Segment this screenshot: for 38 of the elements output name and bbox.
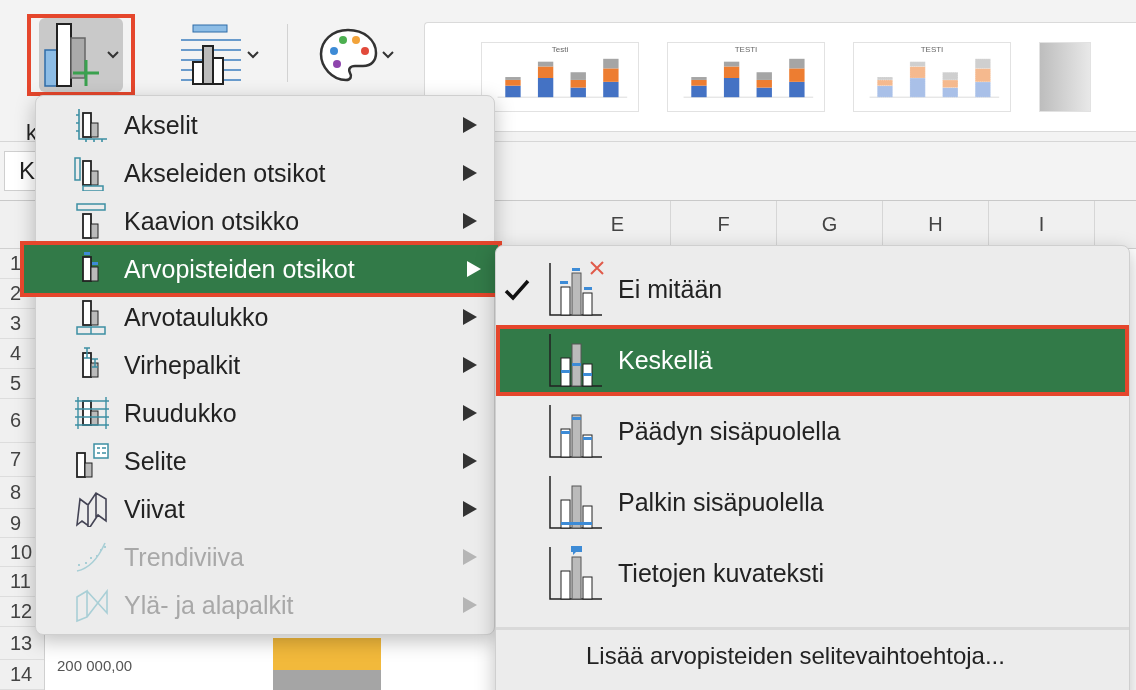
submenu-arrow-icon xyxy=(462,212,478,230)
submenu-arrow-icon xyxy=(462,548,478,566)
caret-icon xyxy=(247,51,259,59)
submenu-arrow-icon xyxy=(462,308,478,326)
chart-style-thumbnail[interactable]: TESTI xyxy=(667,42,825,112)
checkmark-icon xyxy=(504,278,530,301)
submenu-arrow-icon xyxy=(462,404,478,422)
submenu-arrow-icon xyxy=(462,452,478,470)
chart-style-thumbnail[interactable]: TESTI xyxy=(853,42,1011,112)
lines-icon xyxy=(74,491,110,527)
chart-style-thumbnail[interactable] xyxy=(1039,42,1091,112)
submenu-item[interactable]: Ei mitään xyxy=(496,254,1129,325)
caret-icon xyxy=(382,51,394,59)
submenu-arrow-icon xyxy=(462,596,478,614)
quick-layout-icon xyxy=(179,24,243,86)
submenu-arrow-icon xyxy=(462,356,478,374)
submenu-arrow-icon xyxy=(462,500,478,518)
menu-item[interactable]: Kaavion otsikko xyxy=(36,197,494,245)
chart-style-thumbnail[interactable]: Testi xyxy=(481,42,639,112)
caret-icon xyxy=(107,51,119,59)
axis-label: 200 000,00 xyxy=(57,657,133,674)
submenu-arrow-icon xyxy=(466,260,482,278)
up-down-bars-icon xyxy=(74,587,110,623)
gridlines-icon xyxy=(74,395,110,431)
no-labels-icon xyxy=(548,260,606,319)
add-chart-element-button[interactable] xyxy=(27,14,135,96)
submenu-arrow-icon xyxy=(462,164,478,182)
axes-icon xyxy=(74,107,110,143)
submenu-item[interactable]: Tietojen kuvateksti xyxy=(496,538,1129,609)
row-header[interactable]: 14 xyxy=(0,660,44,690)
submenu-item[interactable]: Päädyn sisäpuolella xyxy=(496,396,1129,467)
legend-icon xyxy=(74,443,110,479)
palette-icon xyxy=(318,27,378,83)
menu-item[interactable]: Lisää arvopisteiden selitevaihtoehtoja... xyxy=(496,642,1129,670)
submenu-arrow-icon xyxy=(462,116,478,134)
submenu-item[interactable]: Keskellä xyxy=(496,325,1129,396)
submenu-item[interactable]: Palkin sisäpuolella xyxy=(496,467,1129,538)
menu-item[interactable]: Akseleiden otsikot xyxy=(36,149,494,197)
